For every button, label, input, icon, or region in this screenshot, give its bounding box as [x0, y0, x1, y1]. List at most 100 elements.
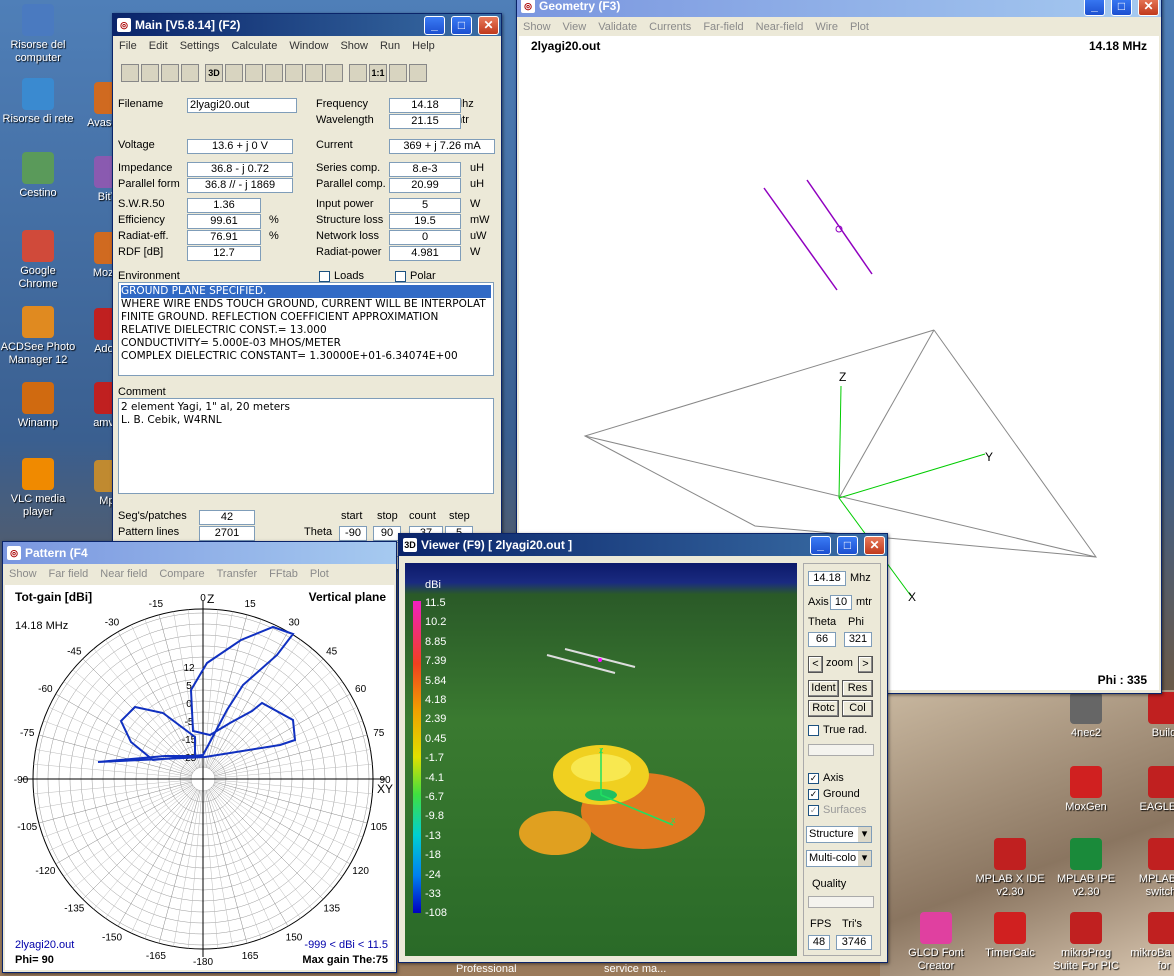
- field-theta-stop[interactable]: 90: [373, 526, 401, 541]
- quality-slider[interactable]: [808, 896, 874, 908]
- chip-icon[interactable]: [349, 64, 367, 82]
- field-structure-loss[interactable]: 19.5: [389, 214, 461, 229]
- toolbar-3d-icon[interactable]: 3D: [205, 64, 223, 82]
- checkbox-box[interactable]: ✓: [808, 804, 819, 816]
- desktop-icon[interactable]: VLC media player: [0, 458, 76, 519]
- close-button[interactable]: ✕: [1138, 0, 1159, 16]
- box-icon[interactable]: [181, 64, 199, 82]
- field-network-loss[interactable]: 0: [389, 230, 461, 245]
- field-series-comp[interactable]: 8.e-3: [389, 162, 461, 177]
- checkbox-surfaces-chk[interactable]: ✓ Surfaces: [808, 804, 866, 816]
- menu-item-window[interactable]: Window: [289, 40, 328, 52]
- grid-icon[interactable]: [121, 64, 139, 82]
- field-radiat-eff[interactable]: 76.91: [187, 230, 261, 245]
- desktop-icon[interactable]: 4nec2: [1048, 692, 1124, 740]
- theta-field[interactable]: 66: [808, 632, 836, 647]
- menu-item-file[interactable]: File: [119, 40, 137, 52]
- minimize-button[interactable]: _: [1084, 0, 1105, 16]
- checkbox-polar[interactable]: Polar: [395, 270, 436, 282]
- comment-box[interactable]: 2 element Yagi, 1" al, 20 meters L. B. Ce…: [118, 398, 494, 494]
- desktop-icon[interactable]: Risorse di rete: [0, 78, 76, 126]
- field-radiat-power[interactable]: 4.981: [389, 246, 461, 261]
- col-button[interactable]: Col: [842, 700, 873, 717]
- menu-item-plot[interactable]: Plot: [310, 568, 329, 580]
- menu-item-run[interactable]: Run: [380, 40, 400, 52]
- phi-field[interactable]: 321: [844, 632, 872, 647]
- menu-item-plot[interactable]: Plot: [850, 21, 869, 33]
- menu-item-validate[interactable]: Validate: [598, 21, 637, 33]
- menu-item-fftab[interactable]: FFtab: [269, 568, 298, 580]
- pattern-canvas[interactable]: Tot-gain [dBi] Vertical plane 14.18 MHz …: [5, 585, 394, 970]
- menu-item-settings[interactable]: Settings: [180, 40, 220, 52]
- main-titlebar[interactable]: ◎ Main [V5.8.14] (F2) _ □ ✕: [113, 14, 501, 36]
- desktop-icon[interactable]: MoxGen: [1048, 766, 1124, 814]
- menu-item-transfer[interactable]: Transfer: [217, 568, 258, 580]
- minimize-button[interactable]: _: [424, 15, 445, 35]
- checkbox-box[interactable]: [395, 270, 406, 282]
- field-theta-start[interactable]: -90: [339, 526, 367, 541]
- taskbar-item[interactable]: service ma...: [604, 963, 666, 975]
- radiation-icon[interactable]: [285, 64, 303, 82]
- globe-icon[interactable]: [245, 64, 263, 82]
- geometry-titlebar[interactable]: ◎ Geometry (F3) _ □ ✕: [517, 0, 1161, 17]
- field-wavelength[interactable]: 21.15: [389, 114, 461, 129]
- close-button[interactable]: ✕: [478, 15, 499, 35]
- menu-item-currents[interactable]: Currents: [649, 21, 691, 33]
- checkbox-box[interactable]: ✓: [808, 772, 819, 784]
- menu-item-near-field[interactable]: Near-field: [756, 21, 804, 33]
- desktop-icon[interactable]: ACDSee Photo Manager 12: [0, 306, 76, 367]
- desktop-icon[interactable]: Google Chrome: [0, 230, 76, 291]
- field-swr[interactable]: 1.36: [187, 198, 261, 213]
- window-icon[interactable]: [141, 64, 159, 82]
- red-icon[interactable]: [161, 64, 179, 82]
- edit-icon[interactable]: [225, 64, 243, 82]
- field-segs[interactable]: 42: [199, 510, 255, 525]
- checkbox-box[interactable]: [319, 270, 330, 282]
- help-icon[interactable]: [409, 64, 427, 82]
- structure-select[interactable]: Structure: [806, 826, 872, 843]
- taskbar-item[interactable]: Professional: [456, 963, 517, 975]
- field-voltage[interactable]: 13.6 + j 0 V: [187, 139, 293, 154]
- axis-field[interactable]: 10: [830, 595, 852, 610]
- viewer-3d-canvas[interactable]: dBi 11.5 10.2 8.85 7.39 5.84 4.18 2.39 0.45 -1.7…: [405, 563, 797, 956]
- maximize-button[interactable]: □: [1111, 0, 1132, 16]
- desktop-icon[interactable]: Winamp: [0, 382, 76, 430]
- menu-item-near-field[interactable]: Near field: [100, 568, 147, 580]
- menu-item-show[interactable]: Show: [340, 40, 368, 52]
- desktop-icon[interactable]: Cestino: [0, 152, 76, 200]
- desktop-icon[interactable]: TimerCalc: [972, 912, 1048, 960]
- close-button[interactable]: ✕: [864, 535, 885, 555]
- maximize-button[interactable]: □: [837, 535, 858, 555]
- field-current[interactable]: 369 + j 7.26 mA: [389, 139, 495, 154]
- menu-item-calculate[interactable]: Calculate: [231, 40, 277, 52]
- field-impedance[interactable]: 36.8 - j 0.72: [187, 162, 293, 177]
- field-parallel-comp[interactable]: 20.99: [389, 178, 461, 193]
- menu-item-compare[interactable]: Compare: [159, 568, 204, 580]
- menu-item-show[interactable]: Show: [523, 21, 551, 33]
- environment-box[interactable]: GROUND PLANE SPECIFIED. WHERE WIRE ENDS T…: [118, 282, 494, 376]
- checkbox-axis-chk[interactable]: ✓ Axis: [808, 772, 844, 784]
- field-parallel-form[interactable]: 36.8 // - j 1869: [187, 178, 293, 193]
- viewer-titlebar[interactable]: 3D Viewer (F9) [ 2lyagi20.out ] _ □ ✕: [399, 534, 887, 556]
- field-rdf[interactable]: 12.7: [187, 246, 261, 261]
- desktop-icon[interactable]: MPLAB X IDE v2.30: [972, 838, 1048, 899]
- book-icon[interactable]: [389, 64, 407, 82]
- menu-item-edit[interactable]: Edit: [149, 40, 168, 52]
- menu-item-help[interactable]: Help: [412, 40, 435, 52]
- checkbox-box[interactable]: [808, 724, 819, 736]
- field-frequency[interactable]: 14.18: [389, 98, 461, 113]
- zoom-left-button[interactable]: <: [808, 656, 823, 673]
- freq-field[interactable]: 14.18: [808, 571, 846, 586]
- field-input-power[interactable]: 5: [389, 198, 461, 213]
- minimize-button[interactable]: _: [810, 535, 831, 555]
- res-button[interactable]: Res: [842, 680, 873, 697]
- tower-icon[interactable]: [305, 64, 323, 82]
- desktop-icon[interactable]: MPLAB dr switche: [1126, 838, 1174, 899]
- slider[interactable]: [808, 744, 874, 756]
- ident-button[interactable]: Ident: [808, 680, 839, 697]
- menu-item-wire[interactable]: Wire: [815, 21, 838, 33]
- desktop-icon[interactable]: EAGLE 7.: [1126, 766, 1174, 814]
- menu-item-far-field[interactable]: Far field: [49, 568, 89, 580]
- menu-item-view[interactable]: View: [563, 21, 587, 33]
- desktop-icon[interactable]: MPLAB IPE v2.30: [1048, 838, 1124, 899]
